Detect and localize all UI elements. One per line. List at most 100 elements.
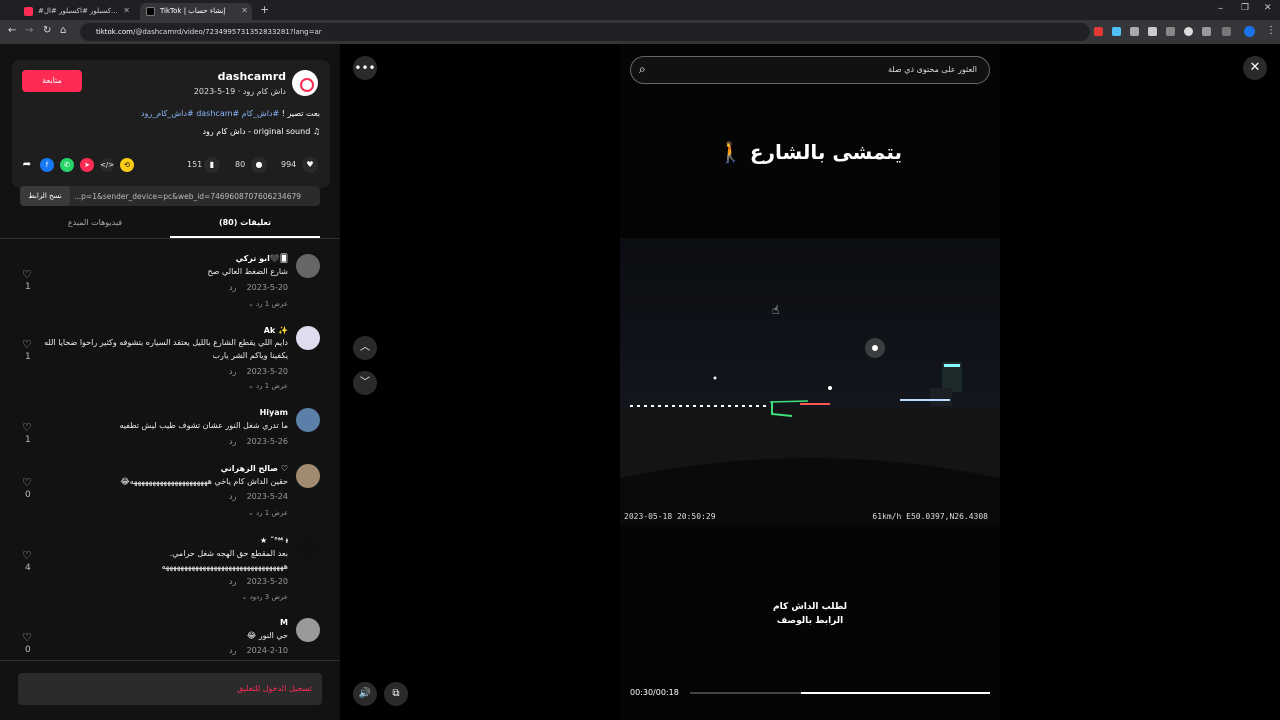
volume-icon[interactable]: 🔊 <box>353 682 377 706</box>
close-tab-icon[interactable]: ✕ <box>241 6 248 15</box>
shield-icon[interactable] <box>1184 27 1193 36</box>
share-arrow-icon[interactable]: ➦ <box>20 158 34 172</box>
comment-icon[interactable]: ● <box>251 157 267 173</box>
sound-row[interactable]: ♫ original sound - داش كام رود <box>202 127 320 136</box>
tab-comments[interactable]: (80) تعليقات <box>170 218 320 238</box>
whatsapp-icon[interactable]: ✆ <box>60 158 74 172</box>
description-text: بعت تصير ! <box>279 109 320 118</box>
chevron-up-icon[interactable]: ︿ <box>353 336 377 360</box>
commenter-name[interactable]: M <box>280 618 288 627</box>
video-progress-bar[interactable] <box>690 692 990 694</box>
search-icon[interactable]: ⌕ <box>639 62 646 77</box>
minimize-icon[interactable]: – <box>1218 3 1223 14</box>
comment-like-count: 0 <box>25 490 31 500</box>
tab-label: TikTok | إنشاء حساب <box>160 7 226 15</box>
window-close-icon[interactable]: ✕ <box>1264 3 1272 13</box>
commenter-avatar[interactable] <box>296 618 320 642</box>
more-options-icon[interactable]: ••• <box>353 56 377 80</box>
browser-tab-1[interactable]: #كسبلور #اكسبلور #ال... ✕ <box>18 3 134 20</box>
reply-button[interactable]: رد <box>229 492 236 501</box>
embed-icon[interactable]: </> <box>100 158 114 172</box>
home-icon[interactable]: ⌂ <box>60 25 66 36</box>
reply-button[interactable]: رد <box>229 646 236 655</box>
commenter-avatar[interactable] <box>296 464 320 488</box>
comment-heart-icon[interactable]: ♡ <box>22 631 32 644</box>
address-bar-row: ← → ↻ ⌂ tiktok.com/@dashcamrd/video/7234… <box>0 20 1280 44</box>
comment-text: حي النور 😂 <box>246 631 288 640</box>
back-icon[interactable]: ← <box>8 25 16 36</box>
commenter-name[interactable]: صالح الزهراني ♡ <box>221 464 288 473</box>
forward-icon[interactable]: → <box>25 25 33 36</box>
maximize-icon[interactable]: ❐ <box>1241 3 1249 13</box>
login-to-comment-link[interactable]: تسجيل الدخول للتعليق <box>237 684 312 693</box>
send-icon[interactable]: ➤ <box>80 158 94 172</box>
view-replies-button[interactable]: عرض 3 ردود ⌄ <box>241 593 288 601</box>
login-to-comment-box[interactable]: تسجيل الدخول للتعليق <box>18 673 322 705</box>
comment-heart-icon[interactable]: ♡ <box>22 476 32 489</box>
commenter-name[interactable]: ★ ˝°ᴹ ᵼ <box>260 536 288 545</box>
commenter-avatar[interactable] <box>296 254 320 278</box>
order-line: الرابط بالوصف <box>776 616 844 626</box>
facebook-icon[interactable]: f <box>40 158 54 172</box>
comment-date: 2023-5-20 <box>246 577 288 586</box>
tiktok-icon <box>146 7 155 16</box>
repost-icon[interactable]: ⟲ <box>120 158 134 172</box>
comment-heart-icon[interactable]: ♡ <box>22 421 32 434</box>
tab-label: #كسبلور #اكسبلور #ال... <box>38 7 118 15</box>
comment-heart-icon[interactable]: ♡ <box>22 549 32 562</box>
dashcam-gps-readout: 61km/h E50.0397,N26.4308 <box>872 512 988 521</box>
extension-icon[interactable] <box>1112 27 1121 36</box>
view-replies-button[interactable]: عرض 1 رد ⌄ <box>248 509 288 517</box>
copy-link-button[interactable]: نسخ الرابط <box>20 186 70 206</box>
picture-in-picture-icon[interactable]: ⧉ <box>384 682 408 706</box>
commenter-avatar[interactable] <box>296 536 320 560</box>
video-caption: يتمشى بالشارع 🚶 <box>717 140 903 164</box>
creator-avatar[interactable] <box>292 70 318 96</box>
tab-creator-videos[interactable]: فيديوهات المبدع <box>20 218 170 238</box>
browser-tab-active[interactable]: TikTok | إنشاء حساب ✕ <box>140 3 252 20</box>
profile-avatar[interactable] <box>1244 26 1255 37</box>
url-field[interactable]: tiktok.com/@dashcamrd/video/723499573135… <box>80 23 1090 41</box>
chevron-down-icon[interactable]: ﹀ <box>353 371 377 395</box>
extension-icon[interactable] <box>1094 27 1103 36</box>
heart-icon[interactable]: ♥ <box>302 157 318 173</box>
commenter-avatar[interactable] <box>296 326 320 350</box>
menu-icon[interactable]: ⋮ <box>1266 25 1276 36</box>
creator-username[interactable]: dashcamrd <box>218 70 286 83</box>
close-tab-icon[interactable]: ✕ <box>123 6 130 15</box>
reply-button[interactable]: رد <box>229 367 236 376</box>
like-count: 994 <box>281 160 297 169</box>
search-placeholder: العثور على محتوى ذي صلة <box>887 65 977 74</box>
commenter-avatar[interactable] <box>296 408 320 432</box>
view-replies-button[interactable]: عرض 1 رد ⌄ <box>248 300 288 308</box>
comment-text: هههههههههههههههههههههههههههههههههه <box>161 562 288 571</box>
reply-button[interactable]: رد <box>229 437 236 446</box>
volume-icon[interactable] <box>1130 27 1139 36</box>
reply-button[interactable]: رد <box>229 577 236 586</box>
reply-button[interactable]: رد <box>229 283 236 292</box>
reload-icon[interactable]: ↻ <box>43 25 51 36</box>
night-road-scene <box>620 338 1000 525</box>
post-description: بعت تصير ! #داش_كام #dashcam #داش_كام_رو… <box>141 109 320 118</box>
comment-heart-icon[interactable]: ♡ <box>22 338 32 351</box>
related-search-input[interactable]: ⌕ العثور على محتوى ذي صلة <box>630 56 990 84</box>
extension-icon[interactable] <box>1148 27 1157 36</box>
creator-subline: داش كام رود · 19-5-2023 <box>193 87 286 96</box>
follow-button[interactable]: متابعة <box>22 70 82 92</box>
bookmark-icon[interactable]: ▮ <box>204 157 220 173</box>
commenter-name[interactable]: ابو تركي🖤🂠 <box>236 254 288 263</box>
commenter-name[interactable]: Ak ✨ <box>264 326 288 335</box>
share-link-text[interactable]: ...p=1&sender_device=pc&web_id=746960870… <box>74 192 301 201</box>
commenter-name[interactable]: Hiyam <box>260 408 288 417</box>
new-tab-button[interactable]: + <box>260 3 269 16</box>
extension-icon[interactable] <box>1166 27 1175 36</box>
puzzle-icon[interactable] <box>1202 27 1211 36</box>
hashtags[interactable]: #داش_كام #dashcam #داش_كام_رود <box>141 109 279 118</box>
comment-count: 80 <box>235 160 246 169</box>
view-replies-button[interactable]: عرض 1 رد ⌄ <box>248 382 288 390</box>
sidebar-icon[interactable] <box>1222 27 1231 36</box>
comment-text: حقين الداش كام ياخي هههههههههههههههههههه… <box>120 477 288 486</box>
close-icon[interactable]: ✕ <box>1243 56 1267 80</box>
comment-heart-icon[interactable]: ♡ <box>22 268 32 281</box>
comment-text: بعد المقطع حق الهجه شغل حرامي. <box>169 549 288 558</box>
